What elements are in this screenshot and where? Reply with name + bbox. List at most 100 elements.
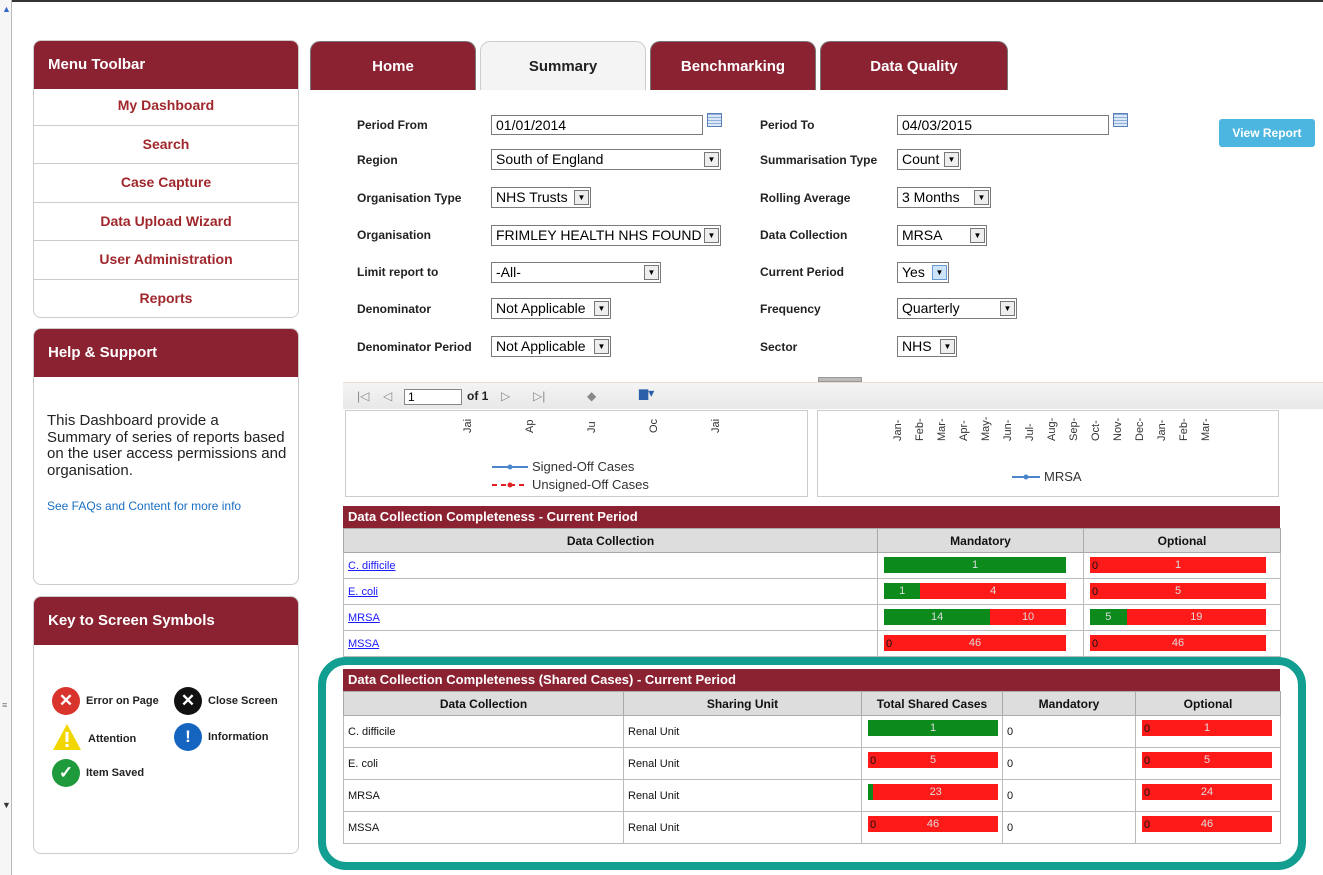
info-icon: ! bbox=[174, 723, 202, 751]
data-collection-cell: E. coli bbox=[343, 747, 624, 780]
export-icon[interactable]: ▆▾ bbox=[639, 386, 654, 400]
warning-icon bbox=[52, 723, 82, 754]
axis-tick-label: Mar- bbox=[936, 418, 948, 441]
tab-summary[interactable]: Summary bbox=[480, 41, 646, 90]
menu-toolbar-title: Menu Toolbar bbox=[34, 41, 298, 89]
axis-tick-label: Jan- bbox=[1156, 419, 1168, 441]
denominator-period-select[interactable]: Not Applicable ▼ bbox=[491, 336, 611, 357]
sector-label: Sector bbox=[760, 340, 798, 354]
sharing-unit-cell-text: Renal Unit bbox=[628, 757, 680, 770]
tab-data-quality[interactable]: Data Quality bbox=[820, 41, 1008, 90]
bar-zero-label: 0 bbox=[1092, 560, 1099, 572]
total-shared-cell: 0 46 bbox=[861, 811, 1003, 844]
data-collection-cell-text: MSSA bbox=[348, 821, 380, 834]
chevron-down-icon[interactable]: ▼ bbox=[594, 301, 609, 316]
bar-segment-complete: 14 bbox=[884, 609, 991, 625]
chevron-down-icon[interactable]: ▼ bbox=[974, 190, 989, 205]
data-collection-cell: MRSA bbox=[343, 779, 624, 812]
chevron-down-icon[interactable]: ▼ bbox=[1000, 301, 1015, 316]
chevron-down-icon[interactable]: ▼ bbox=[932, 265, 947, 280]
key-item-saved: ✓ Item Saved bbox=[52, 759, 144, 787]
limit-report-select[interactable]: -All- ▼ bbox=[491, 262, 661, 283]
col-mandatory: Mandatory bbox=[877, 528, 1084, 553]
mandatory-cell: 14 bbox=[877, 578, 1084, 605]
chevron-down-icon[interactable]: ▼ bbox=[704, 228, 719, 243]
chevron-down-icon[interactable]: ▼ bbox=[970, 228, 985, 243]
chevron-down-icon[interactable]: ▼ bbox=[644, 265, 659, 280]
next-page-icon[interactable]: ▷ bbox=[501, 389, 510, 403]
menu-item-data-upload-wizard[interactable]: Data Upload Wizard bbox=[34, 203, 298, 241]
chevron-down-icon[interactable]: ▼ bbox=[594, 339, 609, 354]
denominator-period-label: Denominator Period bbox=[357, 340, 472, 354]
data-collection-link[interactable]: MRSA bbox=[348, 612, 380, 624]
left-scroll-strip[interactable]: ▲ ≡ ▼ bbox=[0, 0, 12, 875]
last-page-icon[interactable]: ▷| bbox=[533, 389, 545, 403]
scroll-grip-icon[interactable]: ≡ bbox=[2, 700, 7, 710]
completeness-bar: 14 bbox=[884, 583, 1066, 599]
bar-segment-incomplete: 24 bbox=[1142, 784, 1272, 800]
view-report-button[interactable]: View Report bbox=[1219, 119, 1315, 147]
denominator-select[interactable]: Not Applicable ▼ bbox=[491, 298, 611, 319]
organisation-select[interactable]: FRIMLEY HEALTH NHS FOUND ▼ bbox=[491, 225, 721, 246]
data-collection-cell: E. coli bbox=[343, 578, 878, 605]
data-collection-link[interactable]: C. difficile bbox=[348, 560, 395, 572]
sector-select[interactable]: NHS ▼ bbox=[897, 336, 957, 357]
legend-signed-off-label: Signed-Off Cases bbox=[532, 459, 635, 474]
menu-item-case-capture[interactable]: Case Capture bbox=[34, 164, 298, 203]
legend-unsigned-off: Unsigned-Off Cases bbox=[492, 477, 649, 492]
mandatory-cell: 0 bbox=[1002, 811, 1136, 844]
report-toolbar: |◁ ◁ 1 of 1 ▷ ▷| ◆ ▆▾ bbox=[343, 382, 1323, 409]
chevron-down-icon[interactable]: ▼ bbox=[940, 339, 955, 354]
menu-item-reports[interactable]: Reports bbox=[34, 280, 298, 318]
region-select[interactable]: South of England ▼ bbox=[491, 149, 721, 170]
first-page-icon[interactable]: |◁ bbox=[357, 389, 369, 403]
chevron-down-icon[interactable]: ▼ bbox=[944, 152, 959, 167]
data-collection-cell: C. difficile bbox=[343, 715, 624, 748]
menu-item-search[interactable]: Search bbox=[34, 126, 298, 164]
menu-item-my-dashboard[interactable]: My Dashboard bbox=[34, 87, 298, 126]
axis-tick-label: Feb- bbox=[1178, 418, 1190, 441]
summarisation-type-select[interactable]: Count ▼ bbox=[897, 149, 961, 170]
bar-segment-incomplete: 46 bbox=[884, 635, 1066, 651]
tab-home[interactable]: Home bbox=[310, 41, 476, 90]
data-collection-link[interactable]: MSSA bbox=[348, 638, 379, 650]
data-collection-link[interactable]: E. coli bbox=[348, 586, 378, 598]
axis-tick-label: Oc bbox=[648, 418, 660, 433]
page-number-input[interactable]: 1 bbox=[404, 389, 462, 405]
table-row: E. coli 1 4 0 5 bbox=[343, 578, 1281, 605]
current-period-select[interactable]: Yes ▼ bbox=[897, 262, 949, 283]
scroll-up-icon[interactable]: ▲ bbox=[2, 4, 11, 14]
bar-segment-complete: 1 bbox=[884, 557, 1066, 573]
bar-zero-label: 0 bbox=[870, 755, 877, 767]
calendar-icon[interactable] bbox=[1113, 113, 1128, 127]
col-optional: Optional bbox=[1135, 691, 1281, 716]
tab-benchmarking[interactable]: Benchmarking bbox=[650, 41, 816, 90]
mandatory-cell: 1 bbox=[877, 552, 1084, 579]
chevron-down-icon[interactable]: ▼ bbox=[704, 152, 719, 167]
faq-link[interactable]: See FAQs and Content for more info bbox=[47, 499, 241, 513]
bar-zero-label: 0 bbox=[1144, 787, 1151, 799]
bar-segment-incomplete: 46 bbox=[1142, 816, 1272, 832]
bar-zero-label: 0 bbox=[1144, 819, 1151, 831]
organisation-type-value: NHS Trusts bbox=[496, 189, 568, 205]
summarisation-type-label: Summarisation Type bbox=[760, 153, 878, 167]
back-icon[interactable]: ◆ bbox=[587, 389, 596, 403]
optional-cell: 0 24 bbox=[1135, 779, 1281, 812]
help-support-title: Help & Support bbox=[34, 329, 298, 377]
bar-segment-incomplete: 5 bbox=[1142, 752, 1272, 768]
scroll-down-icon[interactable]: ▼ bbox=[2, 800, 11, 810]
data-collection-select[interactable]: MRSA ▼ bbox=[897, 225, 987, 246]
key-label-error: Error on Page bbox=[86, 695, 159, 707]
rolling-average-select[interactable]: 3 Months ▼ bbox=[897, 187, 991, 208]
shared-cases-table: Data Collection Sharing Unit Total Share… bbox=[343, 691, 1281, 844]
frequency-select[interactable]: Quarterly ▼ bbox=[897, 298, 1017, 319]
table-row: C. difficile Renal Unit 1 0 0 1 bbox=[343, 715, 1281, 748]
prev-page-icon[interactable]: ◁ bbox=[383, 389, 392, 403]
chevron-down-icon[interactable]: ▼ bbox=[574, 190, 589, 205]
calendar-icon[interactable] bbox=[707, 113, 722, 127]
organisation-type-select[interactable]: NHS Trusts ▼ bbox=[491, 187, 591, 208]
menu-item-user-administration[interactable]: User Administration bbox=[34, 241, 298, 280]
period-to-input[interactable]: 04/03/2015 bbox=[897, 115, 1109, 135]
limit-report-label: Limit report to bbox=[357, 265, 439, 279]
period-from-input[interactable]: 01/01/2014 bbox=[491, 115, 703, 135]
